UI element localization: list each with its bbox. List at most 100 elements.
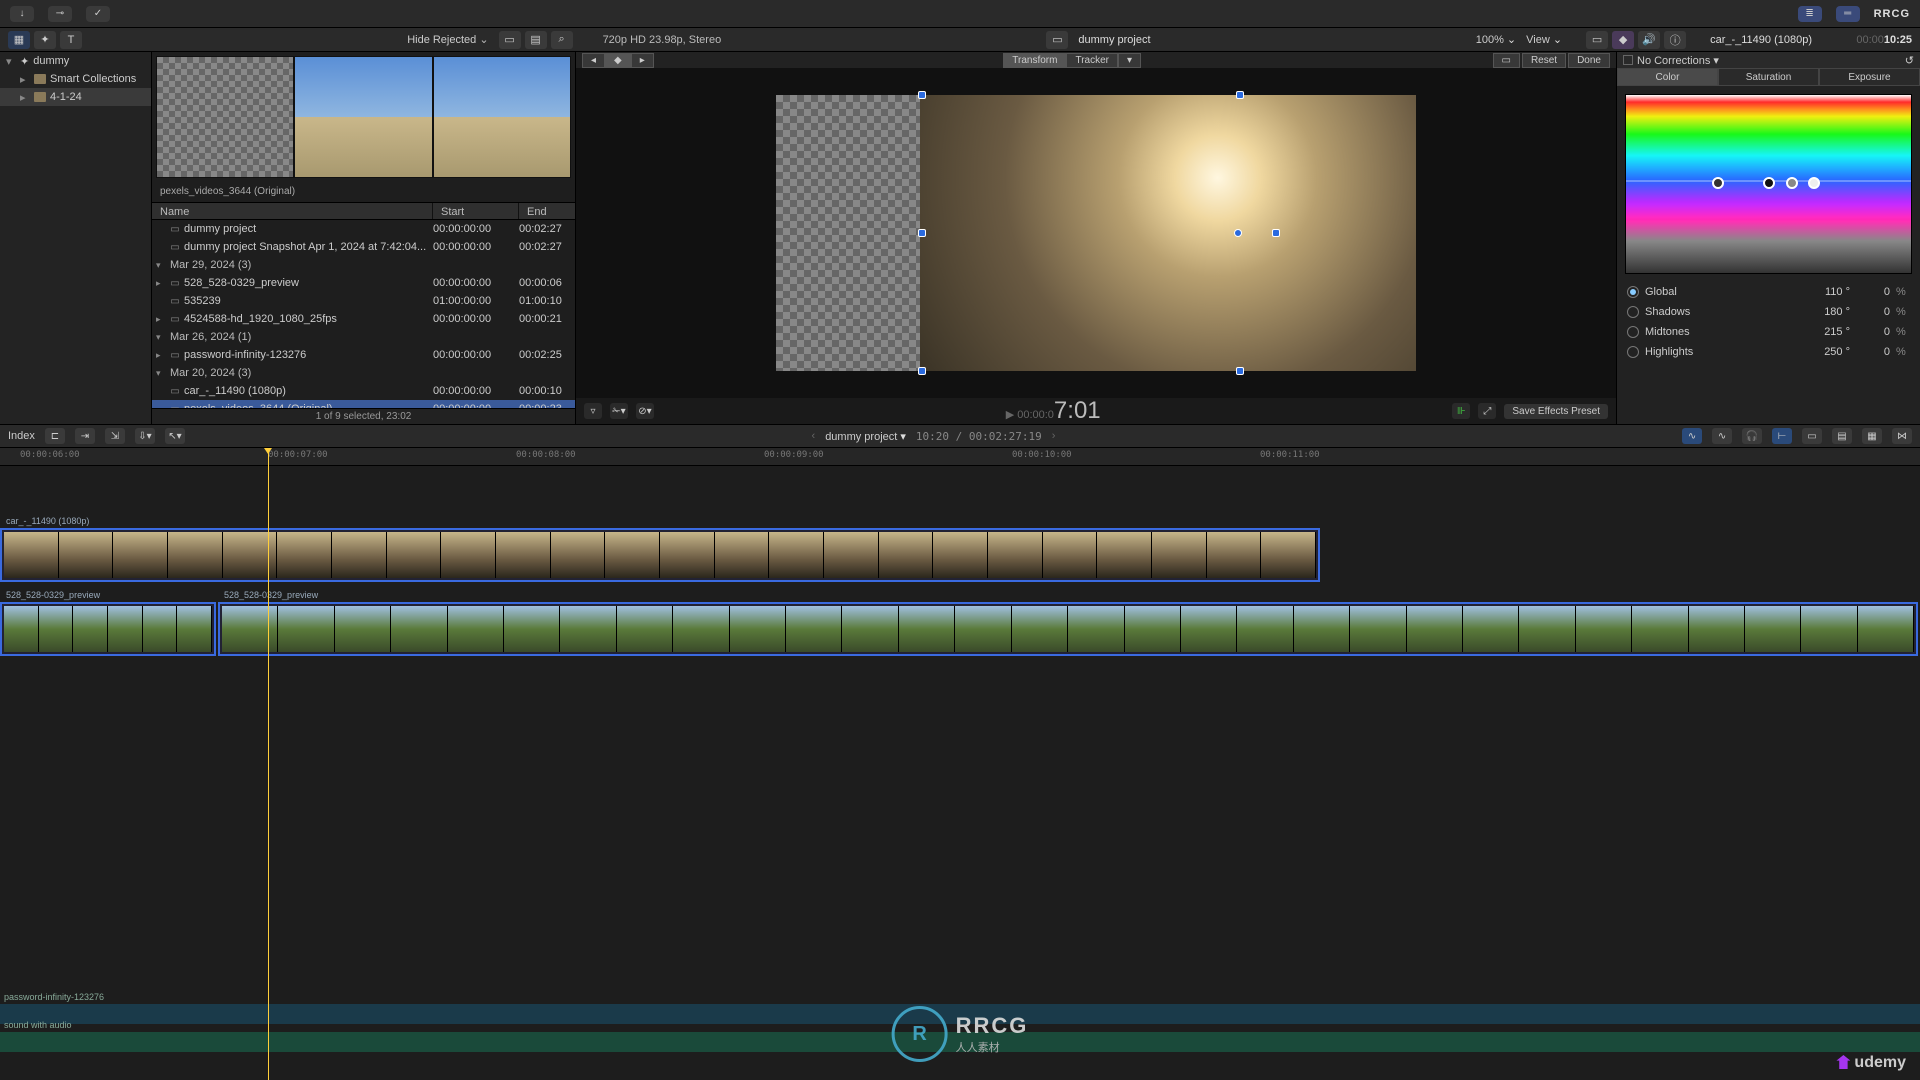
arrow-tool-menu[interactable]: ↖▾ <box>165 428 185 444</box>
transform-handle[interactable] <box>918 367 926 375</box>
color-puck-shadows[interactable] <box>1763 177 1775 189</box>
list-item[interactable]: ▭dummy project00:00:00:0000:02:27 <box>152 220 575 238</box>
color-puck-global[interactable] <box>1712 177 1724 189</box>
tab-exposure[interactable]: Exposure <box>1819 68 1920 86</box>
timeline-ruler[interactable]: 00:00:06:0000:00:07:0000:00:08:0000:00:0… <box>0 448 1920 466</box>
tab-color[interactable]: Color <box>1617 68 1718 86</box>
inspector-audio-tab[interactable]: 🔊 <box>1638 31 1660 49</box>
clip-appearance-button[interactable]: ▭ <box>499 31 521 49</box>
timeline[interactable]: 00:00:06:0000:00:07:0000:00:08:0000:00:0… <box>0 448 1920 1080</box>
transform-handle[interactable] <box>918 229 926 237</box>
transitions-browser-toggle[interactable]: ⋈ <box>1892 428 1912 444</box>
list-item[interactable]: ▭53523901:00:00:0001:00:10 <box>152 292 575 310</box>
inspector-video-tab[interactable]: ▭ <box>1586 31 1608 49</box>
color-param-row[interactable]: Shadows180 °0% <box>1617 302 1920 322</box>
color-puck-highlights[interactable] <box>1808 177 1820 189</box>
color-param-row[interactable]: Global110 °0% <box>1617 282 1920 302</box>
inspector-color-tab[interactable]: ◆ <box>1612 31 1634 49</box>
solo-toggle[interactable]: 🎧 <box>1742 428 1762 444</box>
inspector-info-tab[interactable]: ⓘ <box>1664 31 1686 49</box>
param-percent[interactable]: 0 <box>1856 306 1890 318</box>
radio-icon[interactable] <box>1627 326 1639 338</box>
radio-icon[interactable] <box>1627 286 1639 298</box>
param-percent[interactable]: 0 <box>1856 286 1890 298</box>
audio-skim-toggle[interactable]: ∿ <box>1712 428 1732 444</box>
audio-meter-icon[interactable]: ⊪ <box>1452 403 1470 419</box>
color-puck-midtones[interactable] <box>1786 177 1798 189</box>
list-item[interactable]: ▸▭password-infinity-12327600:00:00:0000:… <box>152 346 575 364</box>
list-group-header[interactable]: ▾Mar 29, 2024 (3) <box>152 256 575 274</box>
fullscreen-button[interactable]: ⤢ <box>1478 403 1496 419</box>
clip-appearance-2[interactable]: ▤ <box>1832 428 1852 444</box>
snapping-toggle[interactable]: ⊢ <box>1772 428 1792 444</box>
overwrite-clip-button[interactable]: ⇩▾ <box>135 428 155 444</box>
transform-handle[interactable] <box>1272 229 1280 237</box>
library-sidebar-toggle[interactable]: ▦ <box>8 31 30 49</box>
background-tasks-button[interactable]: ✓ <box>86 6 110 22</box>
list-item[interactable]: ▭dummy project Snapshot Apr 1, 2024 at 7… <box>152 238 575 256</box>
effects-browser-toggle[interactable]: ▦ <box>1862 428 1882 444</box>
import-button[interactable]: ↓ <box>10 6 34 22</box>
radio-icon[interactable] <box>1627 306 1639 318</box>
onscreen-controls-menu[interactable]: Transform Tracker ▾ <box>1003 53 1141 68</box>
list-item[interactable]: ▸▭528_528-0329_preview00:00:00:0000:00:0… <box>152 274 575 292</box>
param-percent[interactable]: 0 <box>1856 326 1890 338</box>
timeline-clip[interactable]: 528_528-0329_preview <box>0 602 216 656</box>
corrections-checkbox[interactable] <box>1623 55 1633 65</box>
sidebar-item-smart[interactable]: ▸ Smart Collections <box>0 70 151 88</box>
sidebar-item-event[interactable]: ▸ 4-1-24 <box>0 88 151 106</box>
reset-inspector-button[interactable]: ↺ <box>1905 54 1914 67</box>
layout-button-2[interactable]: ═ <box>1836 6 1860 22</box>
color-board[interactable] <box>1625 94 1912 274</box>
radio-icon[interactable] <box>1627 346 1639 358</box>
timeline-history-back[interactable]: ‹ <box>812 430 816 442</box>
done-button[interactable]: Done <box>1568 53 1610 68</box>
save-effects-preset-button[interactable]: Save Effects Preset <box>1504 404 1608 419</box>
transform-handle[interactable] <box>918 91 926 99</box>
library-sidebar[interactable]: ▾ ✦ dummy ▸ Smart Collections ▸ 4-1-24 <box>0 52 152 424</box>
viewer-nav-arrows[interactable]: ◂◆▸ <box>582 53 654 68</box>
transform-handle[interactable] <box>1236 367 1244 375</box>
viewer-view-menu[interactable]: View ⌄ <box>1526 33 1562 46</box>
skimming-toggle[interactable]: ∿ <box>1682 428 1702 444</box>
timeline-clip[interactable]: car_-_11490 (1080p) <box>0 528 1320 582</box>
keyword-button[interactable]: ⊸ <box>48 6 72 22</box>
titles-toggle[interactable]: T <box>60 31 82 49</box>
timeline-clip[interactable]: 528_528-0329_preview <box>218 602 1918 656</box>
list-group-header[interactable]: ▾Mar 20, 2024 (3) <box>152 364 575 382</box>
color-param-row[interactable]: Midtones215 °0% <box>1617 322 1920 342</box>
transform-handle[interactable] <box>1236 91 1244 99</box>
layout-button-1[interactable]: ≣ <box>1798 6 1822 22</box>
timeline-project-menu[interactable]: dummy project ▾ <box>825 430 906 443</box>
column-end[interactable]: End <box>519 203 575 219</box>
retime-menu[interactable]: ✁▾ <box>610 403 628 419</box>
corrections-menu[interactable]: No Corrections ▾ <box>1637 54 1719 67</box>
list-view-button[interactable]: ▤ <box>525 31 547 49</box>
browser-list[interactable]: ▭dummy project00:00:00:0000:02:27▭dummy … <box>152 220 575 408</box>
enhance-menu[interactable]: ⊘▾ <box>636 403 654 419</box>
filmstrip-preview[interactable] <box>152 52 575 182</box>
column-name[interactable]: Name <box>152 203 433 219</box>
list-item[interactable]: ▭car_-_11490 (1080p)00:00:00:0000:00:10 <box>152 382 575 400</box>
param-percent[interactable]: 0 <box>1856 346 1890 358</box>
viewer-zoom-menu[interactable]: 100% ⌄ <box>1476 33 1516 46</box>
param-degrees[interactable]: 250 ° <box>1812 346 1850 358</box>
browser-list-header[interactable]: Name Start End <box>152 202 575 220</box>
photos-toggle[interactable]: ✦ <box>34 31 56 49</box>
transform-anchor[interactable] <box>1234 229 1242 237</box>
param-degrees[interactable]: 215 ° <box>1812 326 1850 338</box>
sidebar-item-library[interactable]: ▾ ✦ dummy <box>0 52 151 70</box>
index-button[interactable]: Index <box>8 430 35 442</box>
column-start[interactable]: Start <box>433 203 519 219</box>
insert-clip-button[interactable]: ⇥ <box>75 428 95 444</box>
search-button[interactable]: ⌕ <box>551 31 573 49</box>
append-clip-button[interactable]: ⇲ <box>105 428 125 444</box>
param-degrees[interactable]: 110 ° <box>1812 286 1850 298</box>
list-item[interactable]: ▭pexels_videos_3644 (Original)00:00:00:0… <box>152 400 575 408</box>
crop-tool-button[interactable]: ▭ <box>1493 53 1520 68</box>
list-group-header[interactable]: ▾Mar 26, 2024 (1) <box>152 328 575 346</box>
range-tool-menu[interactable]: ▿ <box>584 403 602 419</box>
timeline-view-options[interactable]: ▭ <box>1802 428 1822 444</box>
viewer-canvas[interactable] <box>576 68 1616 398</box>
param-degrees[interactable]: 180 ° <box>1812 306 1850 318</box>
